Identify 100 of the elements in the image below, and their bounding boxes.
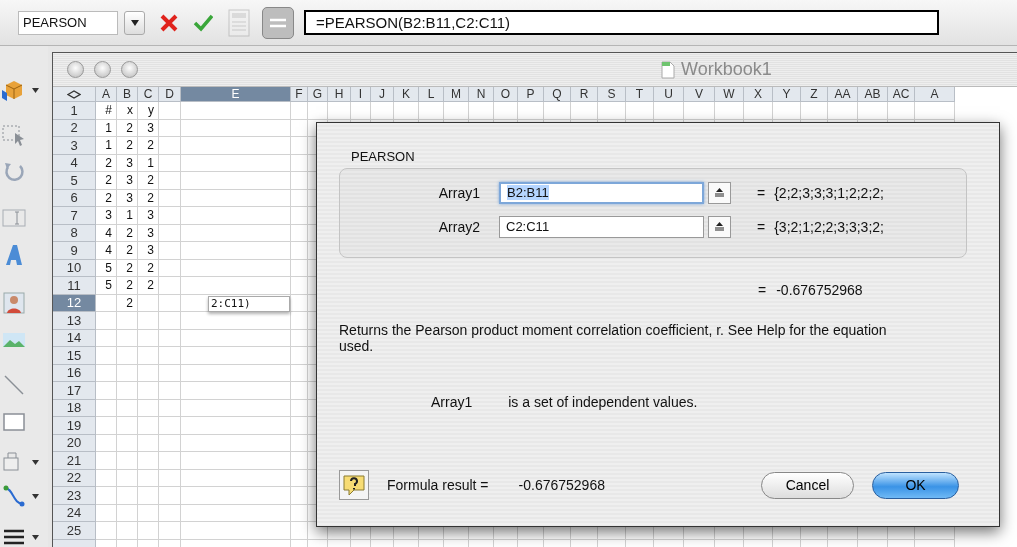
select-icon[interactable] [2,123,26,147]
table-cell[interactable] [181,347,291,365]
caret-icon[interactable] [32,87,39,93]
row-header[interactable]: 9 [53,242,96,260]
connector-icon[interactable] [2,484,26,508]
table-cell[interactable] [419,102,444,120]
table-cell[interactable] [159,504,181,522]
rectangle-icon[interactable] [2,410,26,434]
table-cell[interactable] [138,452,159,470]
table-cell[interactable]: 2 [117,294,138,312]
table-cell[interactable] [291,102,308,120]
table-cell[interactable] [518,102,544,120]
table-cell[interactable] [181,382,291,400]
table-cell[interactable] [291,242,308,260]
table-cell[interactable] [96,417,117,435]
table-cell[interactable] [159,434,181,452]
table-cell[interactable]: 4 [96,224,117,242]
column-header[interactable]: H [328,87,351,102]
column-header[interactable]: A [915,87,955,102]
table-cell[interactable]: 2 [138,137,159,155]
column-header[interactable]: K [394,87,419,102]
row-header[interactable]: 11 [53,277,96,295]
table-cell[interactable] [159,452,181,470]
table-cell[interactable] [181,434,291,452]
table-cell[interactable] [181,242,291,260]
table-cell[interactable] [715,102,744,120]
table-cell[interactable]: 1 [117,207,138,225]
table-cell[interactable] [96,469,117,487]
table-cell[interactable] [159,259,181,277]
equals-button[interactable] [262,6,294,39]
window-control[interactable] [67,61,84,78]
table-cell[interactable] [138,434,159,452]
table-cell[interactable]: 3 [117,172,138,190]
table-cell[interactable]: 2 [117,137,138,155]
table-cell[interactable] [828,102,858,120]
row-header[interactable]: 5 [53,172,96,190]
table-cell[interactable] [117,522,138,540]
table-cell[interactable] [291,434,308,452]
table-cell[interactable] [117,347,138,365]
column-header[interactable]: A [96,87,117,102]
table-cell[interactable] [308,102,328,120]
table-cell[interactable] [181,224,291,242]
column-header[interactable]: W [715,87,744,102]
table-cell[interactable] [159,364,181,382]
table-cell[interactable]: 4 [96,242,117,260]
table-cell[interactable]: y [138,102,159,120]
table-cell[interactable] [117,382,138,400]
table-cell[interactable] [181,259,291,277]
table-cell[interactable] [888,102,915,120]
column-header[interactable]: J [371,87,394,102]
table-cell[interactable]: 3 [138,119,159,137]
table-cell[interactable] [96,294,117,312]
table-cell[interactable] [544,102,571,120]
table-cell[interactable] [159,277,181,295]
table-cell[interactable] [181,137,291,155]
table-cell[interactable] [138,382,159,400]
table-cell[interactable] [96,347,117,365]
table-cell[interactable] [181,364,291,382]
table-cell[interactable]: 3 [138,224,159,242]
table-cell[interactable] [181,487,291,505]
table-cell[interactable] [181,452,291,470]
column-header[interactable]: T [626,87,654,102]
column-header[interactable]: AA [828,87,858,102]
dialog-button[interactable]: OK [872,471,959,499]
table-cell[interactable] [598,102,626,120]
table-cell[interactable]: 2 [138,172,159,190]
collapse-button[interactable] [708,215,731,238]
column-header[interactable]: AB [858,87,888,102]
column-header[interactable]: F [291,87,308,102]
column-header[interactable]: G [308,87,328,102]
table-cell[interactable] [138,522,159,540]
table-cell[interactable] [159,329,181,347]
table-cell[interactable] [96,452,117,470]
table-cell[interactable]: 2 [138,189,159,207]
table-cell[interactable]: 2 [96,154,117,172]
dialog-button[interactable]: Cancel [761,471,854,499]
table-cell[interactable]: 1 [96,137,117,155]
table-cell[interactable]: 1 [96,119,117,137]
table-cell[interactable] [291,469,308,487]
table-cell[interactable] [181,522,291,540]
table-cell[interactable] [181,312,291,330]
cross-icon[interactable] [160,13,178,32]
table-cell[interactable]: # [96,102,117,120]
table-cell[interactable] [291,224,308,242]
table-cell[interactable] [117,469,138,487]
table-cell[interactable] [291,522,308,540]
table-cell[interactable] [394,102,419,120]
column-header[interactable]: N [469,87,494,102]
table-cell[interactable] [181,189,291,207]
row-header[interactable]: 7 [53,207,96,225]
table-cell[interactable]: 1 [138,154,159,172]
table-cell[interactable] [291,487,308,505]
table-cell[interactable] [915,102,955,120]
table-cell[interactable] [801,102,828,120]
table-cell[interactable] [181,154,291,172]
table-cell[interactable] [291,312,308,330]
table-cell[interactable] [291,119,308,137]
table-cell[interactable] [181,207,291,225]
table-cell[interactable] [117,329,138,347]
row-header[interactable]: 13 [53,312,96,330]
